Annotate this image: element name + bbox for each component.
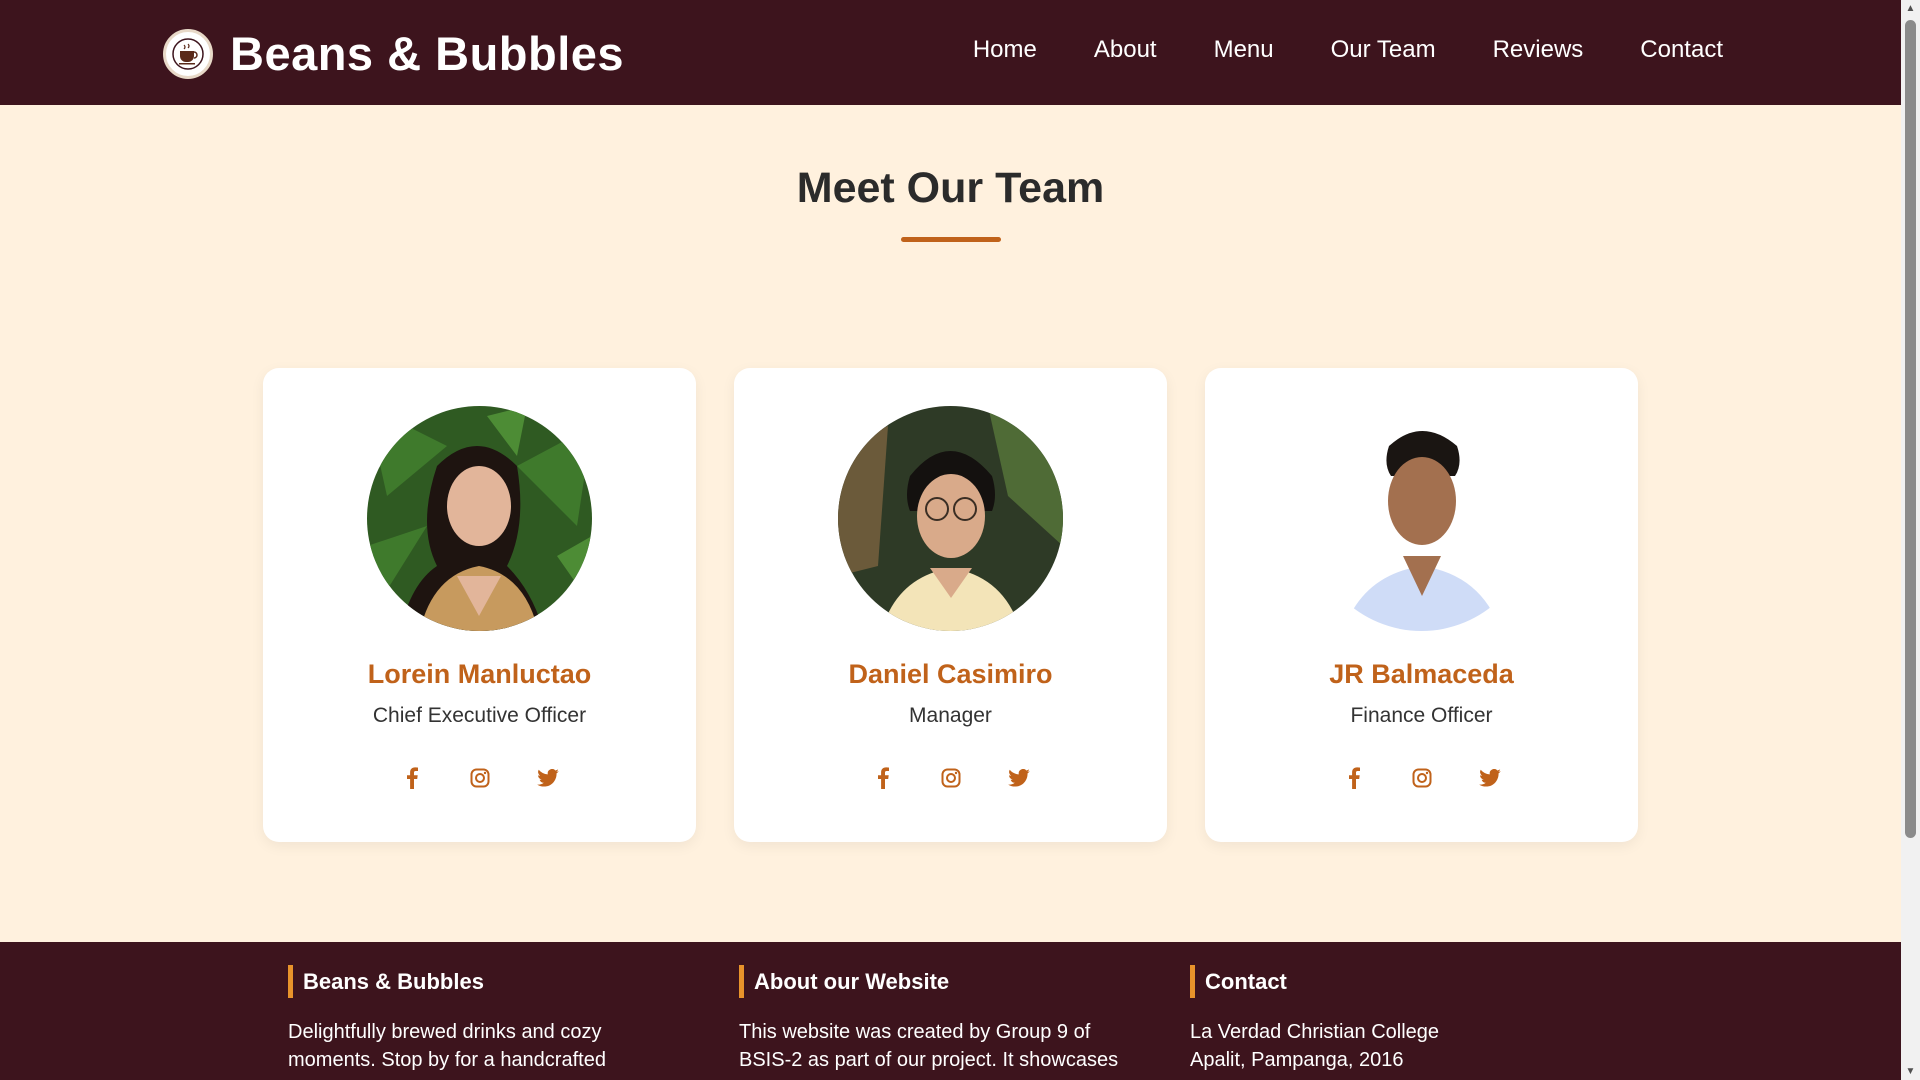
footer-line: Apalit, Pampanga, 2016 xyxy=(1190,1049,1404,1071)
nav-home[interactable]: Home xyxy=(973,36,1037,64)
footer-text: Delightfully brewed drinks and cozy mome… xyxy=(288,1018,688,1074)
section-title: Meet Our Team xyxy=(796,164,1105,212)
instagram-icon[interactable] xyxy=(939,766,963,790)
footer-heading: Contact xyxy=(1190,965,1590,998)
footer-line: BSIS-2 as part of our project. It showca… xyxy=(739,1049,1119,1071)
footer-column-about: About our Website This website was creat… xyxy=(739,965,1139,1074)
nav-menu[interactable]: Menu xyxy=(1214,36,1274,64)
footer-line: This website was created by Group 9 of xyxy=(739,1021,1091,1043)
footer-line: Delightfully brewed drinks and cozy xyxy=(288,1021,602,1043)
member-name: Daniel Casimiro xyxy=(848,659,1053,689)
member-name: Lorein Manluctao xyxy=(367,659,592,689)
avatar xyxy=(838,406,1063,631)
page-scrollbar[interactable]: ▲ ▼ xyxy=(1901,0,1920,1080)
instagram-icon[interactable] xyxy=(468,766,492,790)
team-card: Daniel Casimiro Manager xyxy=(734,368,1167,842)
footer-heading: Beans & Bubbles xyxy=(288,965,688,998)
social-links xyxy=(734,766,1167,790)
nav-our-team[interactable]: Our Team xyxy=(1331,36,1436,64)
nav-reviews[interactable]: Reviews xyxy=(1493,36,1584,64)
avatar xyxy=(367,406,592,631)
scroll-thumb[interactable] xyxy=(1905,20,1916,838)
facebook-icon[interactable] xyxy=(400,766,424,790)
footer-line: La Verdad Christian College xyxy=(1190,1021,1440,1043)
facebook-icon[interactable] xyxy=(1342,766,1366,790)
footer-heading: About our Website xyxy=(739,965,1139,998)
nav-about[interactable]: About xyxy=(1094,36,1157,64)
brand[interactable]: Beans & Bubbles xyxy=(163,26,624,81)
team-card: Lorein Manluctao Chief Executive Officer xyxy=(263,368,696,842)
member-name: JR Balmaceda xyxy=(1329,659,1514,689)
main-nav: Home About Menu Our Team Reviews Contact xyxy=(973,36,1723,64)
footer-text: This website was created by Group 9 of B… xyxy=(739,1018,1139,1074)
twitter-icon[interactable] xyxy=(1007,766,1031,790)
avatar xyxy=(1309,406,1534,631)
site-footer: Beans & Bubbles Delightfully brewed drin… xyxy=(0,942,1901,1080)
member-role: Finance Officer xyxy=(1350,704,1493,727)
footer-column-brand: Beans & Bubbles Delightfully brewed drin… xyxy=(288,965,688,1074)
footer-column-contact: Contact La Verdad Christian College Apal… xyxy=(1190,965,1590,1074)
scroll-down-icon[interactable]: ▼ xyxy=(1901,1063,1920,1080)
footer-line: moments. Stop by for a handcrafted xyxy=(288,1049,606,1071)
scroll-up-icon[interactable]: ▲ xyxy=(1901,0,1920,17)
nav-contact[interactable]: Contact xyxy=(1640,36,1723,64)
twitter-icon[interactable] xyxy=(536,766,560,790)
footer-text: La Verdad Christian College Apalit, Pamp… xyxy=(1190,1018,1590,1074)
member-role: Chief Executive Officer xyxy=(372,704,587,727)
brand-title: Beans & Bubbles xyxy=(230,27,625,80)
instagram-icon[interactable] xyxy=(1410,766,1434,790)
title-underline xyxy=(901,237,1001,242)
team-card: JR Balmaceda Finance Officer xyxy=(1205,368,1638,842)
coffee-cup-logo-icon xyxy=(163,28,213,79)
facebook-icon[interactable] xyxy=(871,766,895,790)
social-links xyxy=(1205,766,1638,790)
member-role: Manager xyxy=(909,704,992,727)
site-header: Beans & Bubbles Home About Menu Our Team… xyxy=(0,0,1901,105)
twitter-icon[interactable] xyxy=(1478,766,1502,790)
social-links xyxy=(263,766,696,790)
